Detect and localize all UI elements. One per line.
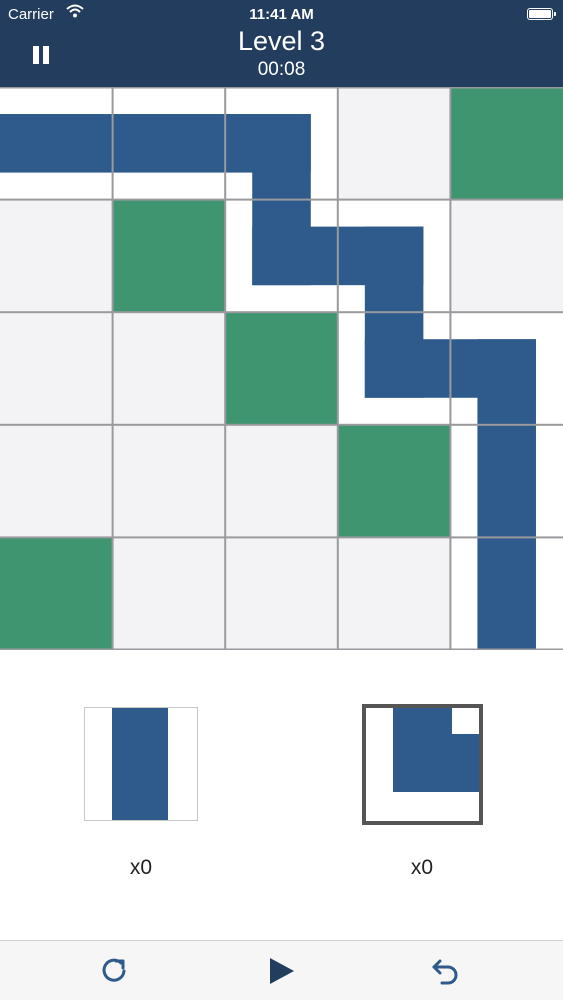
board-grid[interactable] bbox=[0, 87, 563, 650]
board-cell-corner-top-right[interactable] bbox=[337, 312, 451, 425]
board-cell-empty[interactable] bbox=[225, 537, 338, 650]
status-bar: Carrier 11:41 AM bbox=[0, 0, 563, 28]
restart-icon[interactable] bbox=[96, 953, 132, 989]
battery-icon bbox=[527, 8, 556, 20]
board-cell-straight-horizontal[interactable] bbox=[112, 87, 226, 200]
board-cell-empty[interactable] bbox=[0, 199, 113, 313]
board-cell-corner-left-bottom[interactable] bbox=[450, 312, 563, 425]
board-cell-empty[interactable] bbox=[337, 537, 451, 650]
board-cell-goal[interactable] bbox=[337, 424, 451, 538]
grid-line-top bbox=[0, 87, 563, 89]
piece-straight-vertical-count: x0 bbox=[129, 856, 153, 879]
grid-line-horizontal bbox=[0, 536, 563, 539]
board-cell-goal[interactable] bbox=[450, 87, 563, 200]
grid-line-vertical bbox=[224, 87, 227, 650]
play-icon[interactable] bbox=[263, 953, 299, 989]
grid-line-horizontal bbox=[0, 311, 563, 314]
piece-tray: x0 x0 bbox=[0, 650, 563, 940]
grid-line-vertical bbox=[111, 87, 114, 650]
board-cell-corner-left-bottom[interactable] bbox=[225, 87, 338, 200]
board-cell-straight-vertical[interactable] bbox=[450, 537, 563, 650]
grid-line-horizontal bbox=[0, 423, 563, 426]
piece-corner-top-right-count: x0 bbox=[410, 856, 434, 879]
piece-corner-top-right-shape-arm bbox=[393, 734, 479, 792]
undo-icon[interactable] bbox=[428, 953, 464, 989]
board-cell-corner-left-bottom[interactable] bbox=[337, 199, 451, 313]
board-cell-empty[interactable] bbox=[112, 312, 226, 425]
level-timer: 00:08 bbox=[257, 59, 306, 80]
grid-line-vertical bbox=[449, 87, 452, 650]
status-time: 11:41 AM bbox=[249, 6, 314, 23]
board-cell-empty[interactable] bbox=[450, 199, 563, 313]
board-cell-goal[interactable] bbox=[225, 312, 338, 425]
board-cell-empty[interactable] bbox=[0, 424, 113, 538]
board-cell-empty[interactable] bbox=[225, 424, 338, 538]
grid-line-horizontal bbox=[0, 198, 563, 201]
level-title: Level 3 bbox=[237, 26, 326, 56]
top-bar: Carrier 11:41 AM Level 3 00:08 bbox=[0, 0, 563, 87]
grid-line-vertical bbox=[336, 87, 339, 650]
board-cell-goal[interactable] bbox=[112, 199, 226, 313]
board-cell-empty[interactable] bbox=[337, 87, 451, 200]
piece-straight-vertical-shape bbox=[112, 708, 168, 820]
piece-corner-top-right[interactable] bbox=[362, 704, 483, 825]
board-cell-straight-horizontal[interactable] bbox=[0, 87, 113, 200]
board-cell-goal[interactable] bbox=[0, 537, 113, 650]
game-board[interactable] bbox=[0, 87, 563, 650]
board-cell-empty[interactable] bbox=[112, 424, 226, 538]
bottom-toolbar bbox=[0, 940, 563, 1000]
board-cell-empty[interactable] bbox=[112, 537, 226, 650]
piece-straight-vertical[interactable] bbox=[84, 707, 198, 821]
board-cell-straight-vertical[interactable] bbox=[450, 424, 563, 538]
board-cell-empty[interactable] bbox=[0, 312, 113, 425]
board-cell-corner-top-right[interactable] bbox=[225, 199, 338, 313]
